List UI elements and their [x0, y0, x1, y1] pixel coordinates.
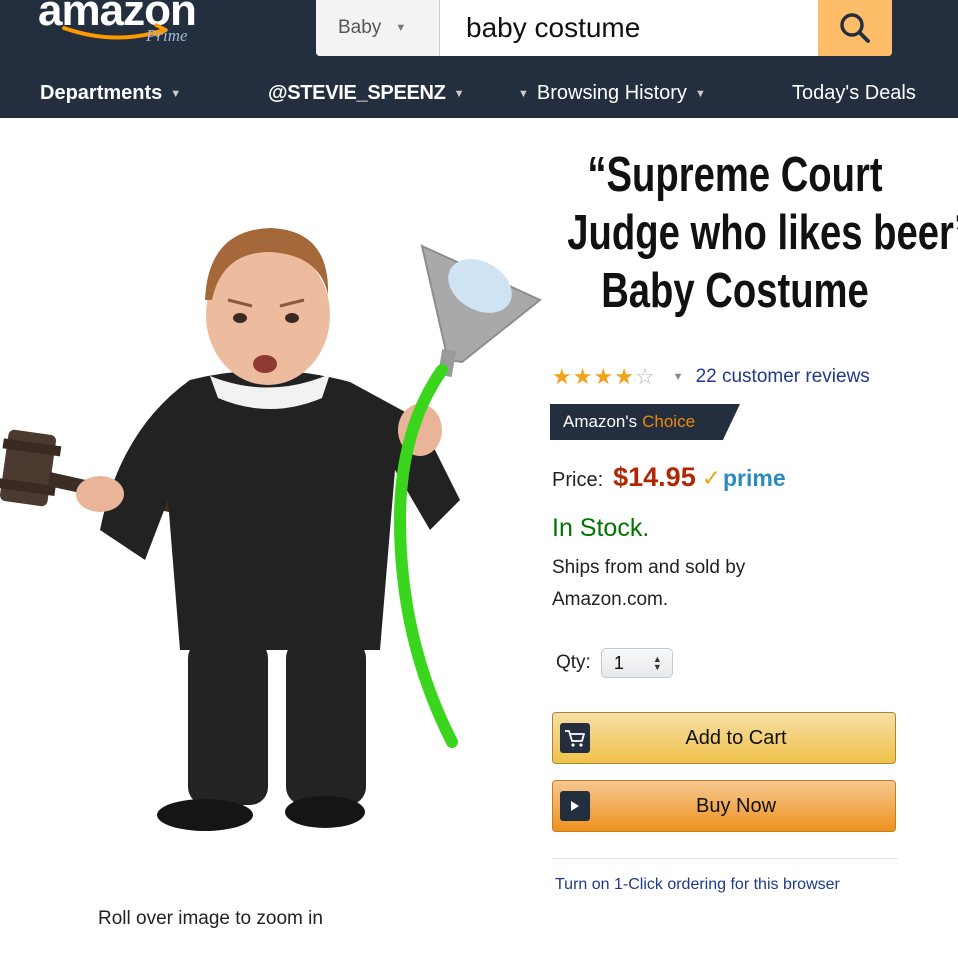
buy-now-icon-wrap: [553, 781, 597, 831]
search-icon: [840, 13, 870, 43]
star-empty-icon: ☆: [634, 364, 655, 389]
cart-icon-box: [560, 723, 590, 753]
product-title-line-3: Baby Costume: [601, 264, 869, 318]
product-title-line-2: Judge who likes beer”: [567, 206, 958, 260]
top-header: amazon Prime Baby ▼ Departments ▼ @STEVI…: [0, 0, 958, 118]
add-to-cart-label: Add to Cart: [685, 726, 787, 749]
one-click-link[interactable]: Turn on 1-Click ordering for this browse…: [555, 876, 840, 894]
nav-deals-label: Today's Deals: [792, 82, 916, 104]
price-label: Price:: [552, 469, 604, 491]
play-icon: [571, 801, 579, 811]
chevron-down-icon: ▼: [518, 87, 529, 100]
nav-account[interactable]: @STEVIE_SPEENZ ▼: [268, 82, 464, 105]
chevron-down-icon: ▼: [395, 22, 407, 34]
quantity-row: Qty: 1 ▲ ▼: [556, 648, 673, 678]
amazon-prime-logo[interactable]: amazon Prime: [38, 0, 228, 50]
search-category-label: Baby: [338, 17, 382, 38]
quantity-value: 1: [613, 652, 624, 673]
stepper-arrows-icon: ▲ ▼: [652, 654, 662, 672]
star-full-icon: ★: [614, 364, 634, 389]
add-to-cart-icon-wrap: [553, 713, 597, 763]
nav-todays-deals[interactable]: Today's Deals: [792, 82, 916, 105]
product-image[interactable]: [0, 180, 560, 880]
star-rating[interactable]: ★ ★ ★ ★ ☆: [552, 366, 655, 388]
search-button[interactable]: [818, 0, 892, 56]
check-icon: ✓: [701, 465, 721, 491]
nav-history-label: Browsing History: [536, 82, 687, 104]
chevron-down-icon: ▼: [694, 87, 706, 100]
buy-now-label: Buy Now: [695, 794, 777, 817]
buy-now-button[interactable]: Buy Now: [552, 780, 896, 832]
star-full-icon: ★: [572, 364, 593, 389]
rating-row: ★ ★ ★ ★ ☆ ▼ 22 customer reviews: [552, 366, 870, 388]
prime-badge: ✓prime: [702, 465, 786, 492]
ships-from-text: Ships from and sold by Amazon.com.: [552, 557, 746, 610]
product-title-line-1: “Supreme Court: [587, 148, 883, 202]
nav-account-label: @STEVIE_SPEENZ: [268, 82, 446, 104]
nav-bar: Departments ▼ @STEVIE_SPEENZ ▼ ▼ Browsin…: [0, 72, 958, 118]
stock-status: In Stock.: [552, 514, 650, 542]
search-input[interactable]: [440, 0, 818, 56]
quantity-select[interactable]: 1 ▲ ▼: [600, 648, 673, 678]
search-bar: Baby ▼: [316, 0, 892, 56]
star-full-icon: ★: [552, 364, 572, 389]
zoom-hint: Roll over image to zoom in: [98, 908, 323, 929]
divider: [552, 858, 898, 859]
play-icon-box: [560, 791, 590, 821]
amazons-choice-badge[interactable]: Amazon's Choice: [550, 404, 740, 440]
nav-browsing-history[interactable]: ▼ Browsing History ▼: [518, 82, 706, 105]
prime-text: prime: [723, 465, 786, 491]
badge-accent: Choice: [642, 412, 696, 431]
chevron-down-icon: ▼: [453, 87, 465, 100]
badge-prefix: Amazon's: [563, 412, 638, 431]
nav-departments[interactable]: Departments ▼: [40, 82, 181, 105]
qty-label: Qty:: [556, 652, 591, 673]
logo-prime-text: Prime: [146, 26, 188, 45]
star-full-icon: ★: [593, 364, 614, 389]
nav-departments-label: Departments: [40, 82, 163, 104]
product-title: “Supreme Court Judge who likes beer” Bab…: [567, 146, 958, 320]
search-category-dropdown[interactable]: Baby ▼: [316, 0, 440, 56]
price-row: Price: $14.95 ✓prime: [552, 462, 786, 493]
chevron-down-icon[interactable]: ▼: [673, 371, 684, 383]
chevron-down-icon: ▼: [170, 87, 182, 100]
price-value: $14.95: [613, 462, 696, 492]
cart-icon: [565, 730, 585, 747]
add-to-cart-button[interactable]: Add to Cart: [552, 712, 896, 764]
customer-reviews-link[interactable]: 22 customer reviews: [696, 366, 870, 388]
